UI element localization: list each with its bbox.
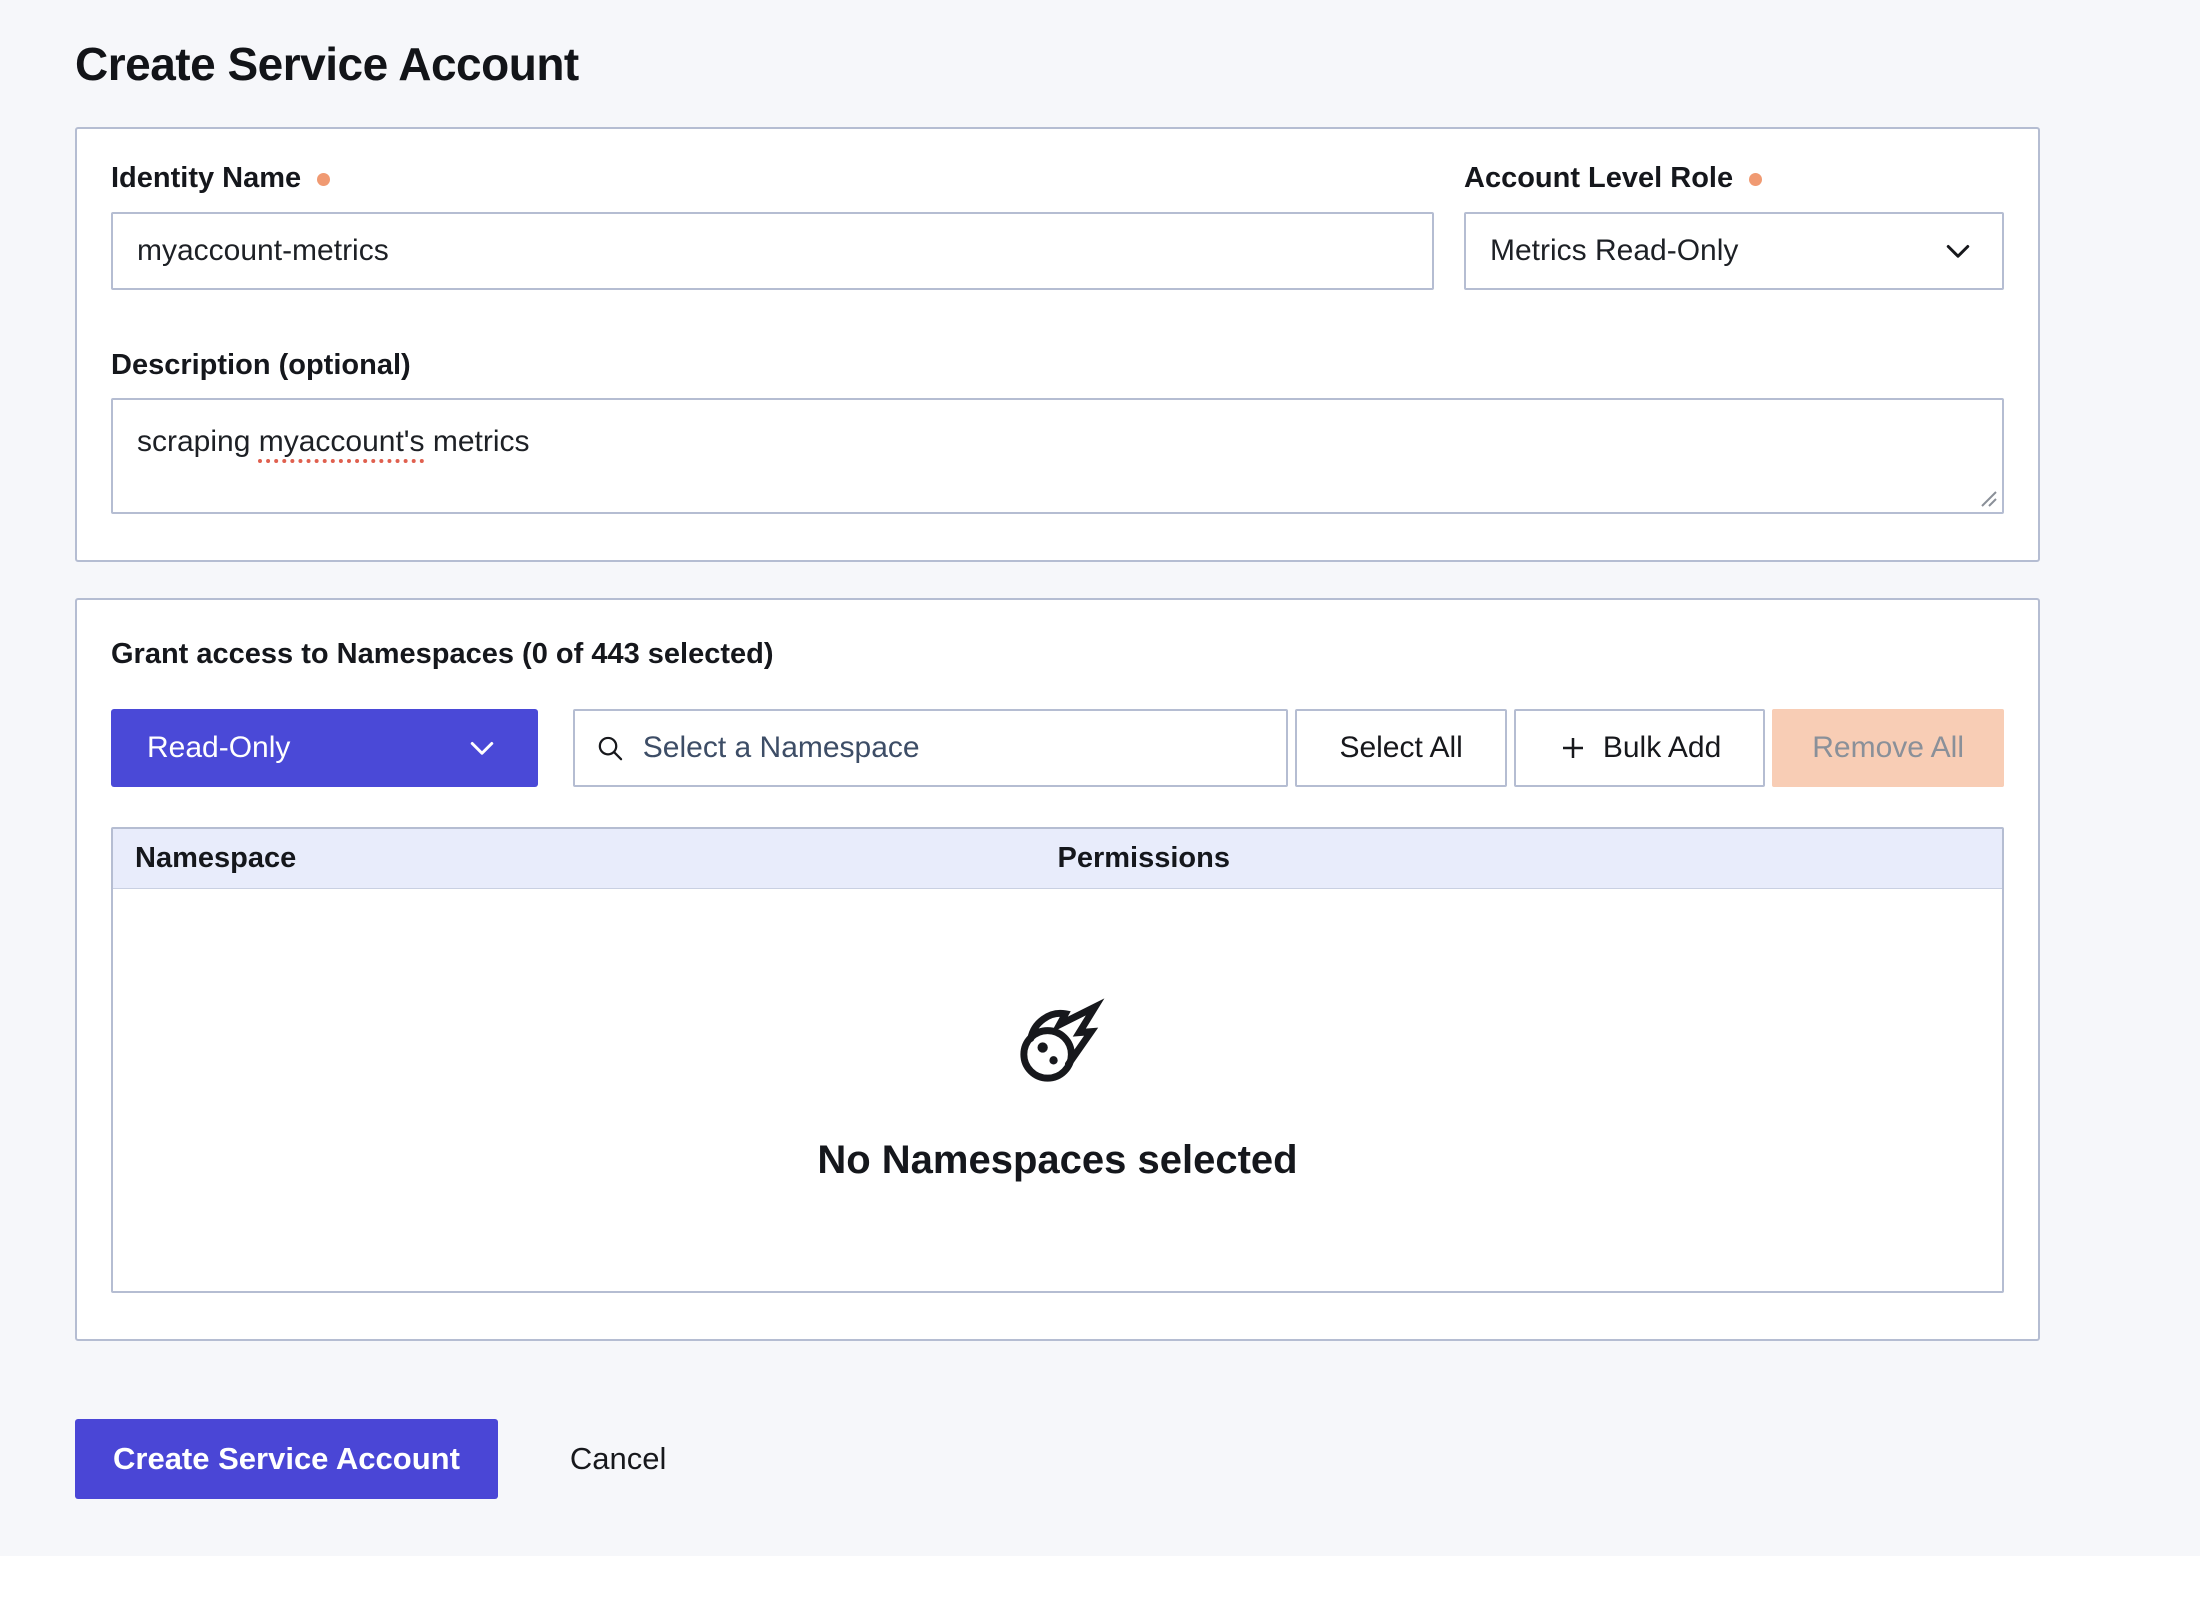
required-dot: [1749, 173, 1762, 186]
select-all-label: Select All: [1339, 731, 1462, 765]
remove-all-button[interactable]: Remove All: [1772, 709, 2004, 787]
comet-icon: [1010, 997, 1105, 1092]
namespaces-section-title: Grant access to Namespaces (0 of 443 sel…: [111, 638, 2004, 671]
namespaces-empty-state: No Namespaces selected: [113, 889, 2002, 1291]
plus-icon: [1558, 733, 1588, 763]
bulk-add-label: Bulk Add: [1603, 731, 1721, 765]
chevron-down-icon: [1940, 233, 1976, 269]
create-service-account-page: Create Service Account Identity Name Acc…: [0, 0, 2200, 1499]
column-header-permissions: Permissions: [1058, 842, 2003, 875]
account-level-role-field: Account Level Role Metrics Read-Only: [1464, 161, 2004, 290]
namespace-search-input[interactable]: [641, 730, 1267, 766]
identity-name-input[interactable]: [111, 212, 1434, 290]
permission-dropdown[interactable]: Read-Only: [111, 709, 538, 787]
cancel-button[interactable]: Cancel: [570, 1441, 667, 1477]
remove-all-label: Remove All: [1812, 731, 1964, 764]
identity-name-label-row: Identity Name: [111, 161, 1434, 196]
select-all-button[interactable]: Select All: [1295, 709, 1506, 787]
description-textarea[interactable]: scraping myaccount's metrics: [111, 398, 2004, 514]
identity-name-label: Identity Name: [111, 161, 301, 196]
identity-name-field: Identity Name: [111, 161, 1434, 290]
form-actions: Create Service Account Cancel: [75, 1419, 2040, 1499]
description-text-after: metrics: [425, 425, 530, 458]
namespaces-toolbar: Read-Only Select All Bulk Add: [111, 709, 2004, 787]
description-label-row: Description (optional): [111, 348, 2004, 383]
permission-dropdown-value: Read-Only: [147, 731, 290, 765]
description-field: Description (optional) scraping myaccoun…: [111, 348, 2004, 515]
namespaces-table-header: Namespace Permissions: [113, 829, 2002, 889]
bottom-strip: [0, 1556, 2200, 1600]
resize-handle-icon[interactable]: [1976, 486, 1998, 508]
account-level-role-value: Metrics Read-Only: [1490, 234, 1738, 268]
identity-row: Identity Name Account Level Role Metrics…: [111, 161, 2004, 290]
description-label: Description (optional): [111, 348, 411, 383]
chevron-down-icon: [464, 730, 500, 766]
account-level-role-select[interactable]: Metrics Read-Only: [1464, 212, 2004, 290]
create-service-account-button[interactable]: Create Service Account: [75, 1419, 498, 1499]
description-text-before: scraping: [137, 425, 259, 458]
namespaces-table: Namespace Permissions No Namespaces sele…: [111, 827, 2004, 1293]
cancel-label: Cancel: [570, 1441, 667, 1476]
search-icon: [595, 732, 625, 764]
namespaces-panel: Grant access to Namespaces (0 of 443 sel…: [75, 598, 2040, 1341]
empty-state-message: No Namespaces selected: [817, 1138, 1297, 1183]
page-title: Create Service Account: [75, 38, 2040, 91]
bulk-add-button[interactable]: Bulk Add: [1514, 709, 1765, 787]
column-header-namespace: Namespace: [113, 842, 1058, 875]
required-dot: [317, 173, 330, 186]
namespace-search-box: [573, 709, 1288, 787]
account-level-role-label: Account Level Role: [1464, 161, 1733, 196]
description-misspelled-word: myaccount's: [259, 425, 425, 458]
account-level-role-label-row: Account Level Role: [1464, 161, 2004, 196]
identity-panel: Identity Name Account Level Role Metrics…: [75, 127, 2040, 563]
create-service-account-label: Create Service Account: [113, 1441, 460, 1476]
